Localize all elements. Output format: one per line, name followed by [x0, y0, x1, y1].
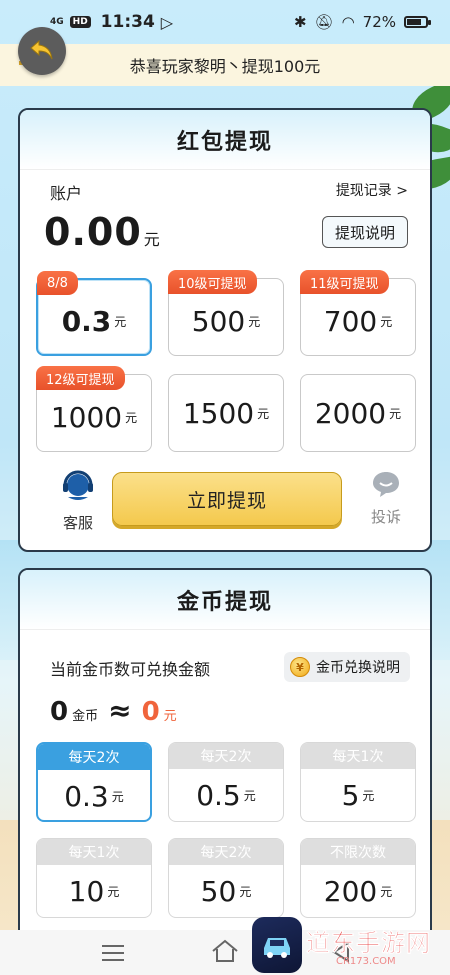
coin-exchange-rate: 0 金币 ≈ 0 元 [50, 694, 177, 727]
headset-icon [63, 470, 93, 500]
balance-unit: 元 [143, 230, 160, 249]
exchange-label: 当前金币数可兑换金额 [50, 660, 211, 679]
withdraw-explain-button[interactable]: 提现说明 [322, 216, 408, 248]
winner-banner: 恭喜玩家黎明丶提现100元 [0, 44, 450, 86]
wifi-icon: ◠ [341, 13, 355, 31]
option-unit: 元 [114, 314, 127, 329]
status-bar: 4G HD 11:34 ▷ ✱ 🔕︎ ◠ 72% [0, 0, 450, 44]
withdraw-record-link[interactable]: 提现记录 > [336, 180, 408, 200]
withdraw-now-button[interactable]: 立即提现 [112, 472, 342, 526]
watermark-subtitle: CR173.COM [336, 956, 396, 967]
menu-line [102, 952, 124, 954]
amount-option[interactable]: 8/8 0.3 元 [36, 271, 152, 356]
amount-option[interactable]: 11级可提现 700 元 [300, 270, 416, 356]
card-title: 红包提现 [20, 110, 430, 170]
mute-icon: 🔕︎ [314, 13, 334, 31]
balance-value: 0.00 [44, 210, 142, 254]
complaint-label: 投诉 [370, 508, 401, 526]
banner-text: 恭喜玩家黎明丶提现100元 [129, 57, 321, 76]
option-amount: 0.3 [64, 779, 109, 813]
hd-badge: HD [69, 16, 91, 28]
option-amount: 700 [323, 304, 378, 338]
coin-amount-option[interactable]: 每天1次 5 元 [300, 742, 416, 822]
battery-icon [404, 16, 431, 28]
option-tag: 11级可提现 [300, 270, 389, 294]
option-frequency: 不限次数 [301, 839, 415, 865]
option-frequency: 每天2次 [38, 744, 150, 770]
option-unit: 元 [239, 884, 252, 899]
option-amount: 2000 [314, 396, 387, 430]
coin-amount-option[interactable]: 每天2次 0.3 元 [36, 742, 152, 822]
option-tag: 8/8 [37, 271, 78, 295]
option-unit: 元 [257, 406, 270, 421]
option-unit: 元 [107, 884, 120, 899]
option-frequency: 每天2次 [169, 743, 283, 769]
option-unit: 元 [248, 314, 261, 329]
option-unit: 元 [243, 788, 256, 803]
coin-explain-label: 金币兑换说明 [316, 660, 400, 676]
option-unit: 元 [389, 406, 402, 421]
watermark-logo [252, 917, 302, 973]
coin-amount-option[interactable]: 不限次数 200 元 [300, 838, 416, 918]
complaint-button[interactable]: 投诉 [362, 470, 410, 527]
home-icon[interactable] [210, 938, 240, 964]
menu-line [102, 945, 124, 947]
chat-bubble-icon [373, 472, 399, 497]
back-arrow-icon [30, 39, 53, 60]
coin-icon: ¥ [290, 657, 310, 677]
exchange-money-unit: 元 [163, 709, 177, 724]
watermark-title: 道东手游网 [306, 929, 431, 958]
option-unit: 元 [380, 884, 393, 899]
option-unit: 元 [111, 789, 124, 804]
option-amount: 10 [68, 874, 105, 908]
option-frequency: 每天1次 [301, 743, 415, 769]
coin-unit: 金币 [72, 709, 99, 724]
battery-percentage: 72% [362, 13, 396, 31]
coin-withdraw-card: 金币提现 当前金币数可兑换金额 ¥ 金币兑换说明 0 金币 ≈ 0 元 每天2次… [18, 568, 432, 948]
option-frequency: 每天1次 [37, 839, 151, 865]
amount-option[interactable]: 10级可提现 500 元 [168, 270, 284, 356]
amount-option[interactable]: 2000 元 [300, 374, 416, 452]
option-amount: 200 [323, 874, 378, 908]
bluetooth-icon: ✱ [293, 13, 307, 31]
option-amount: 1500 [182, 396, 255, 430]
option-amount: 500 [191, 304, 246, 338]
car-icon [264, 938, 290, 958]
network-type: 4G [50, 16, 64, 27]
menu-line [102, 959, 124, 961]
coin-count: 0 [50, 697, 69, 727]
amount-option[interactable]: 1500 元 [168, 374, 284, 452]
coin-amount-option[interactable]: 每天2次 50 元 [168, 838, 284, 918]
option-unit: 元 [380, 314, 393, 329]
back-button[interactable] [18, 27, 66, 75]
option-amount: 0.5 [196, 778, 241, 812]
customer-service-label: 客服 [62, 514, 93, 532]
coin-amount-option[interactable]: 每天1次 10 元 [36, 838, 152, 918]
option-amount: 1000 [50, 400, 123, 434]
customer-service-button[interactable]: 客服 [54, 470, 102, 533]
option-amount: 50 [200, 874, 237, 908]
option-amount: 0.3 [61, 304, 112, 338]
clock: 11:34 [100, 12, 155, 32]
option-unit: 元 [362, 788, 375, 803]
option-tag: 10级可提现 [168, 270, 257, 294]
coin-explain-button[interactable]: ¥ 金币兑换说明 [284, 652, 410, 682]
recent-apps-button[interactable] [102, 940, 124, 966]
notification-icon: ▷ [160, 12, 174, 32]
option-unit: 元 [125, 410, 138, 425]
option-frequency: 每天2次 [169, 839, 283, 865]
coin-amount-option[interactable]: 每天2次 0.5 元 [168, 742, 284, 822]
account-label: 账户 [50, 184, 83, 203]
approx-symbol: ≈ [108, 694, 132, 727]
account-balance: 0.00 元 [44, 210, 160, 254]
exchange-money: 0 [141, 697, 160, 727]
network-indicator: 4G [50, 16, 64, 27]
redpacket-withdraw-card: 红包提现 账户 提现记录 > 0.00 元 提现说明 8/8 0.3 元 10级… [18, 108, 432, 552]
amount-option[interactable]: 12级可提现 1000 元 [36, 366, 152, 452]
card-title: 金币提现 [20, 570, 430, 630]
option-tag: 12级可提现 [36, 366, 125, 390]
site-watermark: 道东手游网 CR173.COM [252, 914, 431, 975]
option-amount: 5 [341, 778, 360, 812]
